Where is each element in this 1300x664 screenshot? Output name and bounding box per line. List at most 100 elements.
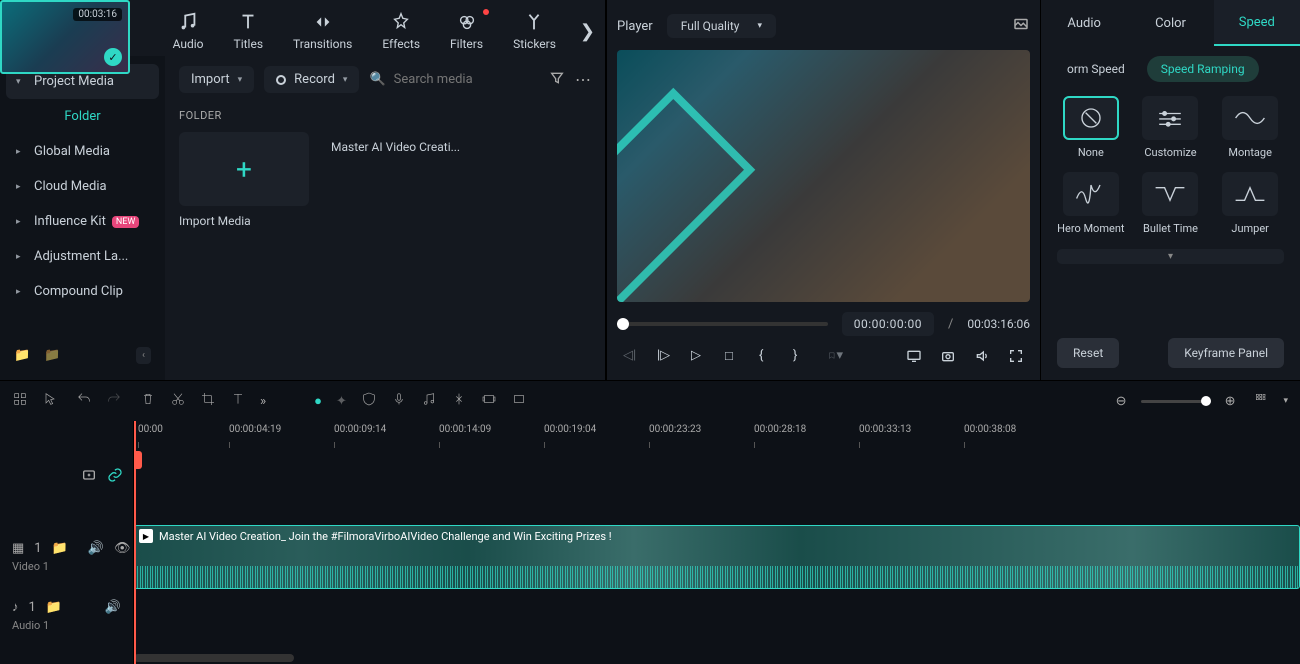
undo-icon[interactable] [76,391,92,411]
keyframe-panel-button[interactable]: Keyframe Panel [1168,338,1284,368]
text-icon[interactable] [230,391,246,411]
import-media-card[interactable]: + Import Media [179,132,309,228]
track-visible-icon[interactable]: 👁 [114,541,131,556]
add-icon: + [179,132,309,206]
timeline-area[interactable]: 00:00 00:00:04:19 00:00:09:14 00:00:14:0… [134,421,1300,664]
music-icon[interactable] [421,391,437,411]
subtab-uniform-speed[interactable]: orm Speed [1053,56,1139,82]
more-tools-icon[interactable]: » [260,394,266,409]
speed-montage[interactable]: Montage [1216,96,1284,160]
volume-icon[interactable] [974,348,990,364]
timecode-total: 00:03:16:06 [967,317,1030,331]
filter-icon[interactable] [549,70,565,90]
clip-duration: 00:03:16 [73,8,122,21]
rtab-speed[interactable]: Speed [1214,0,1300,46]
video-preview[interactable] [617,50,1030,302]
stop-icon[interactable]: □ [725,348,741,364]
effects-icon [390,11,412,33]
folder-heading: FOLDER [179,109,591,122]
new-folder-icon[interactable]: 📁 [14,348,30,363]
sidebar-compound-clip[interactable]: ▸Compound Clip [6,274,159,309]
more-options-icon[interactable]: ⋯ [575,70,591,89]
new-bin-icon[interactable]: 📁 [44,348,60,363]
play-icon[interactable]: ▷ [691,348,707,364]
fullscreen-icon[interactable] [1008,348,1024,364]
display-icon[interactable] [906,348,922,364]
view-dropdown-icon[interactable]: ▾ [1283,396,1288,406]
step-back-icon[interactable]: |▷ [657,348,673,364]
tab-titles[interactable]: Titles [228,9,269,53]
add-track-icon[interactable] [81,467,97,487]
filters-icon [456,11,478,33]
scrubber-track[interactable] [617,322,828,326]
select-tool-icon[interactable] [42,391,58,411]
track-lock-icon[interactable]: 📁 [52,541,68,556]
shield-icon[interactable] [361,391,377,411]
speed-hero-moment[interactable]: Hero Moment [1057,172,1125,236]
camera-icon[interactable] [940,348,956,364]
speed-customize[interactable]: Customize [1137,96,1205,160]
mark-out-icon[interactable]: } [793,348,809,364]
sidebar-cloud-media[interactable]: ▸Cloud Media [6,169,159,204]
speed-bullet-time[interactable]: Bullet Time [1137,172,1205,236]
audio-icon [177,11,199,33]
redo-icon[interactable] [106,391,122,411]
tab-filters[interactable]: Filters [444,9,489,53]
snapshot-icon[interactable] [1012,15,1030,37]
marker-dropdown-icon[interactable]: ▾ [827,348,843,364]
tab-transitions[interactable]: Transitions [287,9,358,53]
mic-icon[interactable] [391,391,407,411]
media-clip-card[interactable]: 00:03:16 ✓ Master AI Video Creati... [331,132,461,228]
track-mute-icon[interactable]: 🔊 [105,600,121,615]
grid-view-icon[interactable] [1253,391,1269,411]
rtab-color[interactable]: Color [1127,0,1213,46]
audio-track-head[interactable]: ♪ 1 📁 🔊 Audio 1 [0,591,133,640]
delete-icon[interactable] [140,391,156,411]
frame-icon[interactable] [481,391,497,411]
tabs-scroll-right[interactable]: ❯ [580,21,595,42]
crop-icon[interactable] [200,391,216,411]
cut-tool-icon[interactable] [451,391,467,411]
timeline-ruler[interactable]: 00:00 00:00:04:19 00:00:09:14 00:00:14:0… [134,421,1300,459]
speed-jumper[interactable]: Jumper [1216,172,1284,236]
zoom-in-icon[interactable]: ⊕ [1225,394,1236,409]
rtab-audio[interactable]: Audio [1041,0,1127,46]
subtab-speed-ramping[interactable]: Speed Ramping [1147,56,1259,82]
import-dropdown[interactable]: Import▾ [179,66,254,93]
video-track[interactable]: ▶ Master AI Video Creation_ Join the #Fi… [134,525,1300,589]
tab-effects[interactable]: Effects [376,9,426,53]
track-mute-icon[interactable]: 🔊 [88,541,104,556]
cut-icon[interactable] [170,391,186,411]
link-icon[interactable] [107,467,123,487]
sidebar-folder[interactable]: Folder [6,99,159,134]
reset-button[interactable]: Reset [1057,338,1119,368]
horizontal-scrollbar[interactable] [134,654,294,662]
sidebar-adjustment-layer[interactable]: ▸Adjustment La... [6,239,159,274]
tab-stickers[interactable]: Stickers [507,9,562,53]
speed-none[interactable]: None [1057,96,1125,160]
track-lock-icon[interactable]: 📁 [46,600,62,615]
tab-audio[interactable]: Audio [167,9,210,53]
media-sidebar: ▾Project Media Folder ▸Global Media ▸Clo… [0,56,165,380]
sparkle-icon[interactable]: ✦ [336,394,347,409]
sidebar-global-media[interactable]: ▸Global Media [6,134,159,169]
quality-dropdown[interactable]: Full Quality▾ [667,14,776,38]
timecode-current[interactable]: 00:00:00:00 [842,312,934,336]
playhead[interactable] [134,421,136,664]
ai-icon[interactable]: ● [314,393,322,409]
timeline-clip[interactable]: ▶ Master AI Video Creation_ Join the #Fi… [134,525,1300,589]
sidebar-influence-kit[interactable]: ▸Influence KitNEW [6,204,159,239]
speed-more[interactable]: ▾ [1057,249,1284,264]
aspect-icon[interactable] [511,391,527,411]
layout-icon[interactable] [12,391,28,411]
search-input[interactable] [394,72,534,87]
video-track-head[interactable]: ▦ 1 📁 🔊 👁 Video 1 [0,533,133,581]
video-track-icon: ▦ [12,541,24,556]
zoom-slider[interactable] [1141,400,1211,403]
mark-in-icon[interactable]: { [759,348,775,364]
search-icon: 🔍 [369,72,385,87]
prev-frame-icon[interactable]: ◁| [623,348,639,364]
record-dropdown[interactable]: Record▾ [264,66,359,93]
zoom-out-icon[interactable]: ⊖ [1116,394,1127,409]
sidebar-collapse[interactable]: ‹ [136,347,151,364]
